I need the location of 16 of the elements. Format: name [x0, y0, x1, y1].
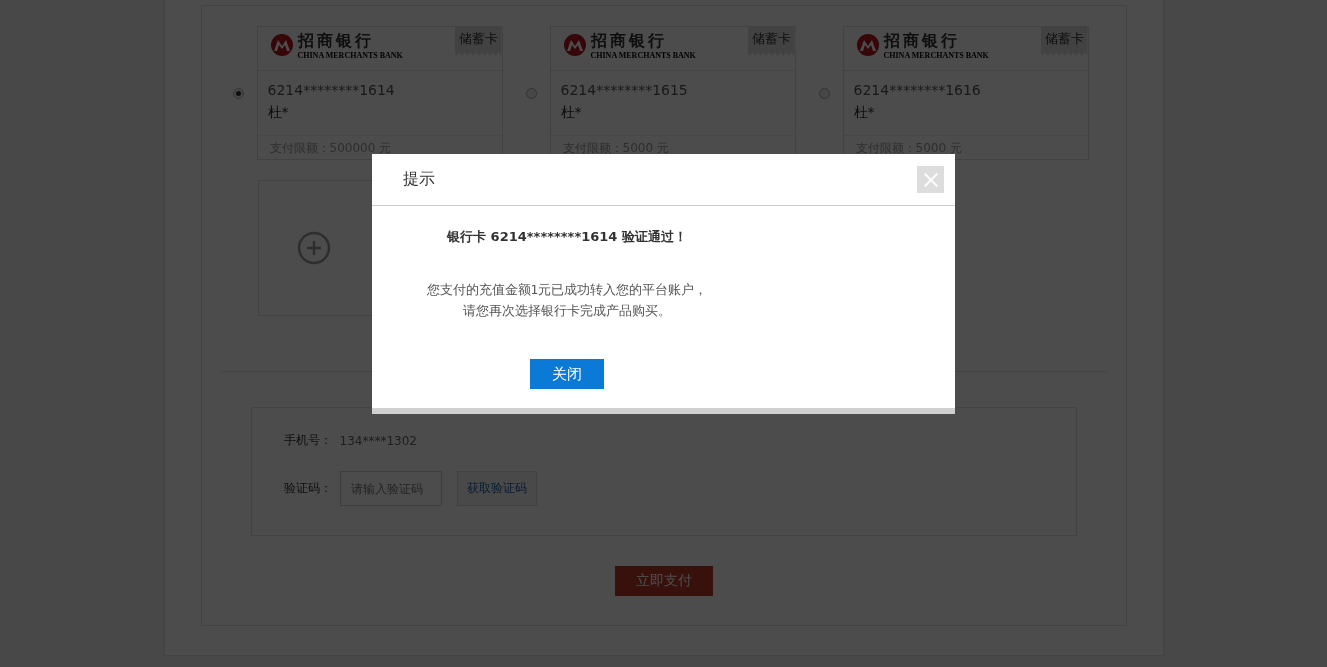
info-message: 您支付的充值金额1元已成功转入您的平台账户， 请您再次选择银行卡完成产品购买。	[426, 281, 708, 320]
bank-name: 招商银行	[883, 31, 961, 51]
card-holder: 杜*	[853, 104, 876, 122]
bank-name: 招商银行	[297, 31, 375, 51]
dialog-title: 提示	[403, 169, 435, 190]
close-icon	[921, 170, 940, 189]
code-label: 验证码：	[283, 480, 332, 497]
bank-name-english: CHINA MERCHANTS BANK	[590, 51, 696, 60]
card-holder: 杜*	[267, 104, 290, 122]
bank-name-english: CHINA MERCHANTS BANK	[883, 51, 989, 60]
bank-name: 招商银行	[590, 31, 668, 51]
card-holder: 杜*	[560, 104, 583, 122]
dialog-close-button[interactable]: 关闭	[530, 359, 604, 389]
verification-message: 银行卡 6214********1614 验证通过！	[447, 228, 687, 246]
bank-name-english: CHINA MERCHANTS BANK	[297, 51, 403, 60]
close-button[interactable]	[917, 166, 944, 193]
